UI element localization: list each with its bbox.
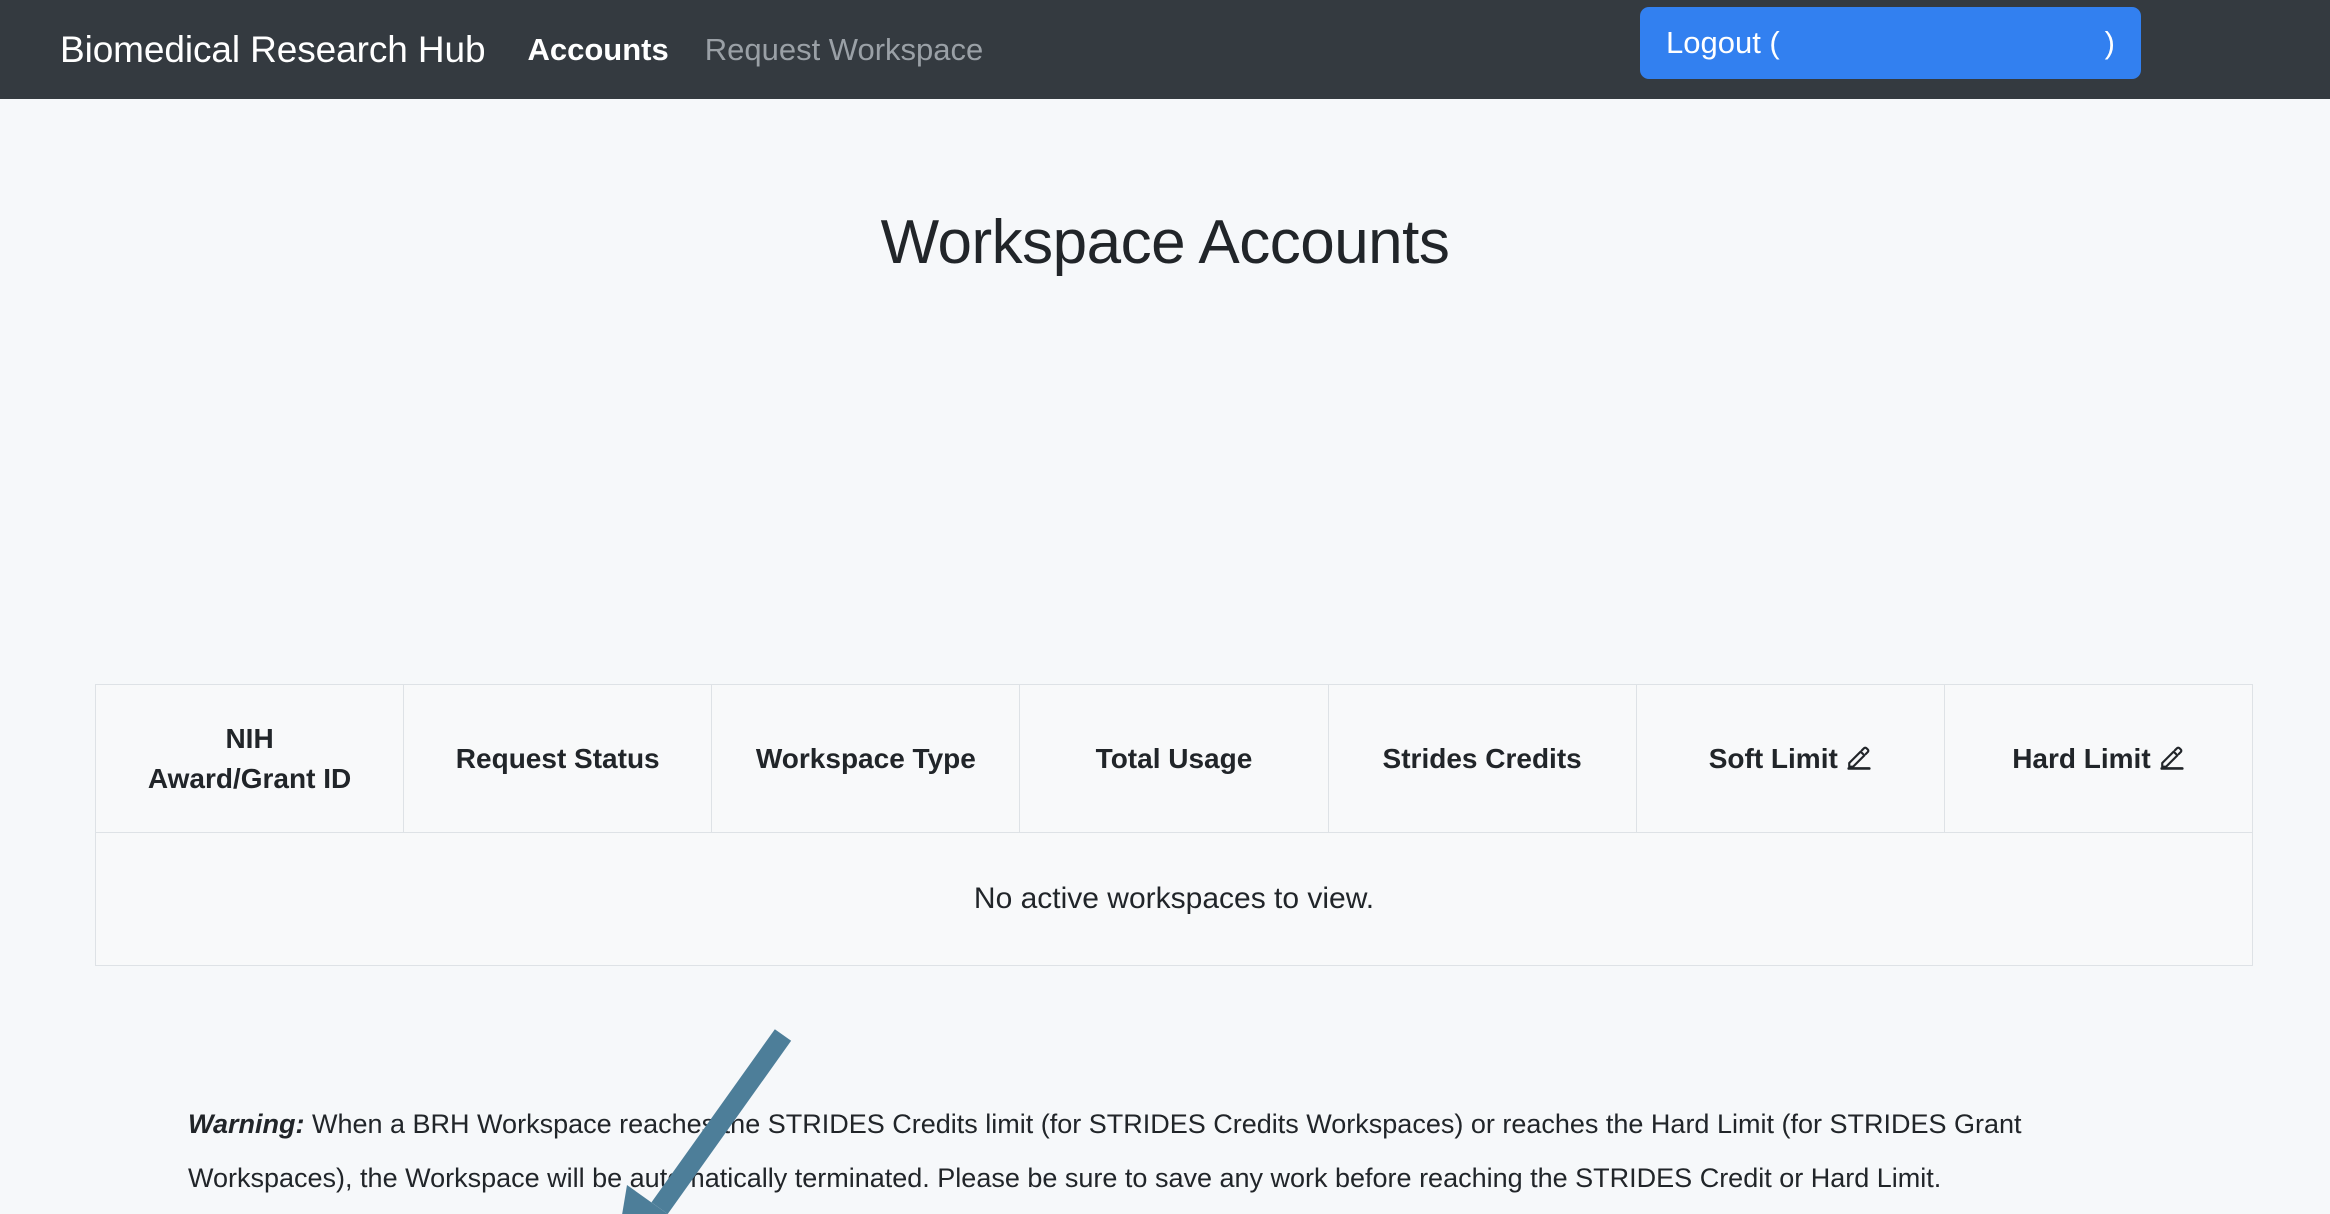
- table-empty-row: No active workspaces to view.: [95, 832, 2253, 966]
- workspace-accounts-table-container: NIH Award/Grant ID Request Status Worksp…: [94, 684, 2254, 966]
- top-navbar: Biomedical Research Hub Accounts Request…: [0, 0, 2330, 99]
- column-header-label: Workspace Type: [755, 742, 976, 774]
- column-header-workspace-type: Workspace Type: [711, 684, 1021, 833]
- column-header-line1: NIH: [225, 722, 274, 754]
- page-title: Workspace Accounts: [880, 208, 1450, 277]
- column-header-soft-limit: Soft Limit: [1635, 684, 1945, 833]
- app-brand-title: Biomedical Research Hub: [60, 28, 486, 70]
- pencil-edit-icon-hard-limit[interactable]: [2159, 744, 2185, 770]
- main-content: Workspace Accounts NIH Award/Grant ID Re…: [0, 207, 2330, 1214]
- pencil-edit-icon-soft-limit[interactable]: [1846, 744, 1872, 770]
- column-header-label: Strides Credits: [1382, 742, 1582, 774]
- warning-body: When a BRH Workspace reaches the STRIDES…: [188, 1109, 2022, 1193]
- table-header-row: NIH Award/Grant ID Request Status Worksp…: [94, 684, 2254, 833]
- workspace-accounts-table: NIH Award/Grant ID Request Status Worksp…: [94, 684, 2254, 966]
- column-header-request-status: Request Status: [403, 684, 713, 833]
- column-header-strides-credits: Strides Credits: [1327, 684, 1637, 833]
- table-head: NIH Award/Grant ID Request Status Worksp…: [94, 684, 2254, 833]
- logout-label-prefix: Logout (: [1666, 25, 1780, 60]
- column-header-total-usage: Total Usage: [1019, 684, 1329, 833]
- column-header-label: Hard Limit: [2012, 742, 2151, 774]
- column-header-label: Request Status: [455, 742, 660, 774]
- nav-link-accounts[interactable]: Accounts: [527, 32, 668, 68]
- table-body: No active workspaces to view.: [95, 832, 2253, 966]
- column-header-hard-limit: Hard Limit: [1943, 684, 2254, 833]
- warning-label: Warning:: [188, 1109, 305, 1139]
- column-header-line2: Award/Grant ID: [147, 762, 352, 794]
- logout-button[interactable]: Logout ( ): [1640, 7, 2141, 79]
- nav-link-request-workspace[interactable]: Request Workspace: [705, 32, 984, 68]
- column-header-nih-award-grant-id: NIH Award/Grant ID: [94, 684, 405, 833]
- column-header-label: Soft Limit: [1708, 742, 1838, 774]
- warning-text: Warning: When a BRH Workspace reaches th…: [188, 1097, 2188, 1205]
- logout-label-suffix: ): [2104, 25, 2115, 60]
- table-empty-message: No active workspaces to view.: [95, 832, 2253, 966]
- navbar-links: Accounts Request Workspace: [527, 32, 983, 68]
- column-header-label: Total Usage: [1095, 742, 1253, 774]
